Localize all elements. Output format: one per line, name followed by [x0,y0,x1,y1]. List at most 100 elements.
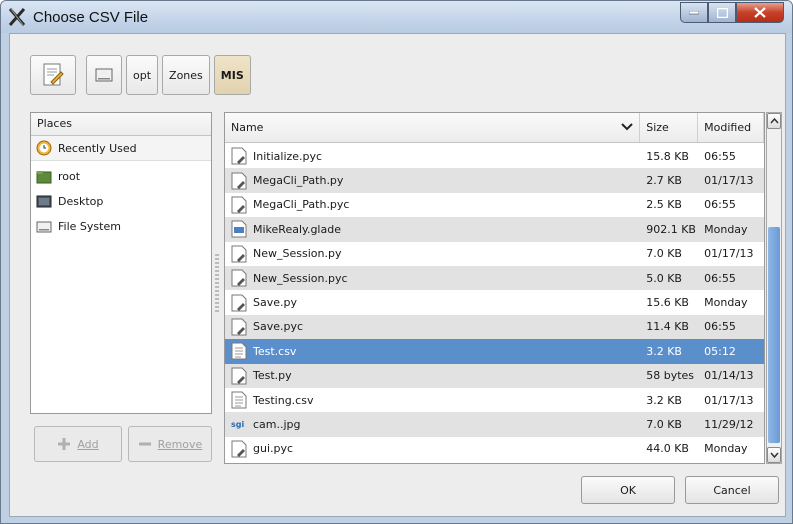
scroll-thumb[interactable] [768,227,780,443]
path-segment-zones[interactable]: Zones [162,55,210,95]
file-name: MegaCli_Path.py [253,174,344,188]
places-item-root[interactable]: root [31,164,211,189]
file-row[interactable]: sgi cam..jpg 7.0 KB 11/29/12 [225,412,764,437]
ok-button[interactable]: OK [581,476,675,504]
file-row[interactable]: New_Session.pyc 5.0 KB 06:55 [225,265,764,291]
chevron-down-icon [769,452,779,458]
file-name: New_Session.pyc [253,271,348,285]
python-file-icon [231,294,247,312]
vertical-scrollbar[interactable] [766,112,782,464]
path-segment-opt[interactable]: opt [126,55,159,95]
file-size-cell: 15.8 KB [646,149,689,163]
places-header[interactable]: Places [31,113,211,136]
file-row[interactable]: Save.pyc 11.4 KB 06:55 [225,314,764,340]
file-row[interactable]: Test.py 58 bytes 01/14/13 [225,363,764,388]
file-list-header: Name Size Modified [225,113,764,143]
column-size-label: Size [646,121,669,134]
places-item-desktop[interactable]: Desktop [31,189,211,214]
places-panel: Places Recently Used root Desktop File S… [30,112,212,414]
file-name-cell: MikeRealy.glade [225,220,640,238]
x-logo-icon [8,8,26,26]
svg-text:sgi: sgi [231,420,244,429]
file-row-selected[interactable]: Test.csv 3.2 KB 05:12 [225,339,764,364]
file-row[interactable]: MegaCli_Path.py 2.7 KB 01/17/13 [225,168,764,193]
maximize-button[interactable] [708,2,736,23]
places-item-recently-used[interactable]: Recently Used [31,136,211,161]
text-file-icon [231,391,247,409]
file-modified-cell: 01/14/13 [704,369,754,383]
python-file-icon [231,172,247,190]
file-name-cell: gui.pyc [225,440,640,458]
add-bookmark-button[interactable]: Add [34,426,122,462]
column-modified[interactable]: Modified [698,113,764,142]
file-name-cell: sgi cam..jpg [225,415,640,433]
places-item-label: root [58,170,81,183]
file-row[interactable]: Testing.csv 3.2 KB 01/17/13 [225,387,764,413]
file-row[interactable]: MegaCli_Path.pyc 2.5 KB 06:55 [225,192,764,218]
file-name-cell: New_Session.pyc [225,269,640,287]
ok-label: OK [620,483,636,497]
edit-location-button[interactable] [30,55,76,95]
python-file-icon [231,269,247,287]
python-file-icon [231,196,247,214]
title-bar[interactable]: Choose CSV File [1,1,792,33]
file-size-cell: 15.6 KB [646,296,689,310]
file-modified-cell: Monday [704,442,748,456]
file-name-cell: Save.py [225,294,640,312]
file-size-cell: 902.1 KB [646,222,696,236]
add-label: Add [77,437,99,451]
file-size-cell: 11.4 KB [646,320,689,334]
close-icon [754,7,766,18]
file-list: Name Size Modified Initialize.pyc 15.8 KB… [224,112,765,464]
file-row[interactable]: Initialize.pyc 15.8 KB 06:55 [225,144,764,169]
file-modified-cell: 06:55 [704,271,736,285]
chevron-up-icon [769,118,779,124]
desktop-icon [36,195,52,207]
file-modified-cell: 06:55 [704,198,736,212]
column-size[interactable]: Size [640,113,699,142]
remove-bookmark-button[interactable]: Remove [128,426,212,462]
file-modified-cell: 06:55 [704,149,736,163]
file-name-cell: Initialize.pyc [225,147,640,165]
python-file-icon [231,245,247,263]
file-name-cell: Testing.csv [225,391,640,409]
dialog-client-area: opt Zones MIS Places Recently Used root [9,33,786,517]
close-button[interactable] [736,2,784,23]
scroll-down-button[interactable] [767,447,781,463]
file-name-cell: Test.csv [225,342,640,360]
file-row[interactable]: Save.py 15.6 KB Monday [225,290,764,315]
image-file-icon: sgi [231,420,244,429]
maximize-icon [716,7,728,18]
places-item-label: File System [58,220,121,233]
glade-file-icon [231,220,247,238]
file-name: Initialize.pyc [253,149,323,163]
remove-label: Remove [157,437,203,451]
column-name[interactable]: Name [225,113,641,142]
file-size-cell: 3.2 KB [646,344,682,358]
file-row[interactable]: New_Session.py 7.0 KB 01/17/13 [225,241,764,266]
cancel-button[interactable]: Cancel [685,476,779,504]
python-file-icon [231,440,247,458]
column-modified-label: Modified [704,121,752,134]
file-size-cell: 3.2 KB [646,393,682,407]
file-row[interactable]: MikeRealy.glade 902.1 KB Monday [225,217,764,242]
file-rows: Initialize.pyc 15.8 KB 06:55 MegaCli_Path.p… [225,144,764,462]
file-size-cell: 7.0 KB [646,417,682,431]
file-name: cam..jpg [253,417,301,431]
window-title: Choose CSV File [33,9,149,26]
home-folder-icon [36,170,52,183]
pane-resize-grip[interactable] [215,254,219,314]
column-name-label: Name [231,121,264,134]
path-root-button[interactable] [86,55,122,95]
file-modified-cell: 01/17/13 [704,247,754,261]
places-item-file-system[interactable]: File System [31,214,211,239]
path-segment-mis[interactable]: MIS [213,55,251,95]
file-name: Save.py [253,296,297,310]
path-bar: opt Zones MIS [30,55,251,95]
python-file-icon [231,367,247,385]
scroll-up-button[interactable] [767,113,781,129]
minimize-button[interactable] [680,2,708,23]
dialog-window: Choose CSV File opt Zones MIS Places Rec… [0,0,793,524]
file-row[interactable]: gui.pyc 44.0 KB Monday [225,436,764,462]
file-name: New_Session.py [253,247,342,261]
